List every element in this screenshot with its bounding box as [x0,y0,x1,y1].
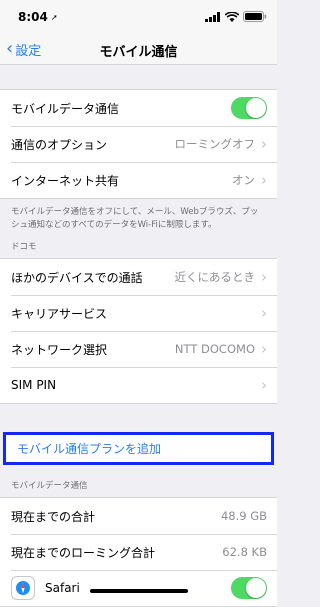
current-period-roaming-row: 現在までのローミング合計 62.8 KB [0,534,277,570]
calls-on-other-devices-label: ほかのデバイスでの通話 [11,270,143,285]
page-title: モバイル通信 [99,45,178,60]
cellular-signal-icon [205,11,220,22]
status-time-group: 8:04 ➚ [18,10,58,24]
carrier-section-header: ドコモ [11,242,37,252]
chevron-right-icon: › [261,376,267,394]
calls-on-other-devices-value: 近くにあるとき [174,270,256,284]
sim-pin-label: SIM PIN [11,378,57,392]
cellular-data-footer-note: モバイルデータ通信をオフにして、メール、Webブラウズ、プッシュ通知などのすべて… [11,207,259,230]
current-period-label: 現在までの合計 [11,509,96,524]
cellular-data-row: モバイルデータ通信 [0,90,277,126]
cellular-data-options-label: 通信のオプション [11,137,108,152]
calls-on-other-devices-row[interactable]: ほかのデバイスでの通話 近くにあるとき › [0,259,277,295]
chevron-right-icon: › [261,340,267,358]
cellular-settings-group: モバイルデータ通信 通信のオプション ローミングオフ › インターネット共有 オ… [0,89,277,199]
personal-hotspot-row[interactable]: インターネット共有 オン › [0,162,277,198]
carrier-settings-group: ほかのデバイスでの通話 近くにあるとき › キャリアサービス › ネットワーク選… [0,258,277,404]
network-selection-row[interactable]: ネットワーク選択 NTT DOCOMO › [0,331,277,367]
usage-section-header: モバイルデータ通信 [11,481,88,491]
cellular-data-label: モバイルデータ通信 [11,101,120,116]
add-cellular-plan-button[interactable]: モバイル通信プランを追加 [3,432,274,465]
current-period-roaming-value: 62.8 KB [222,545,267,559]
navigation-bar: ‹ 設定 モバイル通信 [0,34,277,65]
safari-icon [11,576,35,600]
current-period-row: 現在までの合計 48.9 GB [0,498,277,534]
chevron-right-icon: › [261,268,267,286]
network-selection-label: ネットワーク選択 [11,342,108,357]
status-time: 8:04 [18,10,48,24]
battery-icon [243,11,267,22]
carrier-services-row[interactable]: キャリアサービス › [0,295,277,331]
location-arrow-icon: ➚ [50,12,58,22]
current-period-value: 48.9 GB [220,509,267,523]
sim-pin-row[interactable]: SIM PIN › [0,367,277,403]
cellular-data-options-row[interactable]: 通信のオプション ローミングオフ › [0,126,277,162]
status-bar: 8:04 ➚ [0,0,277,34]
chevron-right-icon: › [261,304,267,322]
chevron-right-icon: › [261,171,267,189]
toggle-knob [246,98,266,118]
cellular-data-options-value: ローミングオフ [174,137,256,151]
current-period-roaming-label: 現在までのローミング合計 [11,545,156,560]
wifi-icon [225,11,239,22]
network-selection-value: NTT DOCOMO [174,342,255,356]
toggle-knob [246,578,266,598]
personal-hotspot-label: インターネット共有 [11,173,120,188]
chevron-right-icon: › [261,135,267,153]
cellular-data-toggle[interactable] [231,97,267,119]
app-row-safari: Safari [0,570,277,606]
safari-cellular-toggle[interactable] [231,577,267,599]
add-plan-section: モバイル通信プランを追加 [0,432,277,465]
home-indicator [89,589,188,593]
status-icons [205,11,267,22]
personal-hotspot-value: オン [232,173,255,187]
carrier-services-label: キャリアサービス [11,306,108,321]
